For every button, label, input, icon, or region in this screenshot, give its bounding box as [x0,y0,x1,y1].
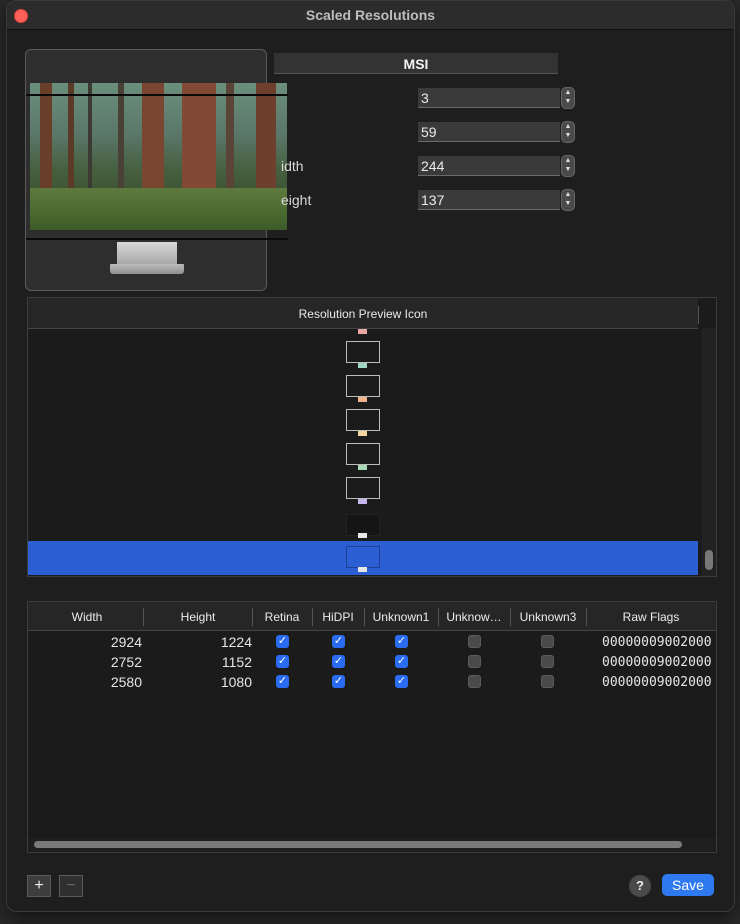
retina-checkbox[interactable]: ✓ [276,635,289,648]
table-scroll-thumb[interactable] [34,841,682,848]
icon-row[interactable] [28,372,698,406]
col-height-header[interactable]: Height [144,602,252,630]
col-unknown1-header[interactable]: Unknown1 [364,602,438,630]
icon-row[interactable] [28,406,698,440]
monitor-icon [346,375,380,397]
frame-top-line [26,94,288,96]
col-hidpi-header[interactable]: HiDPI [312,602,364,630]
icon-list-scroll-thumb[interactable] [705,550,713,570]
monitor-icon [346,546,380,568]
retina-checkbox[interactable]: ✓ [276,675,289,688]
unknown1-checkbox[interactable]: ✓ [395,635,408,648]
monitor-icon [346,443,380,465]
field-label-width: idth [281,158,304,174]
monitor-stand-icon [117,242,177,264]
unknown3-checkbox[interactable] [541,655,554,668]
resolution-preview-icon-list[interactable]: Resolution Preview Icon [27,297,717,577]
hidpi-checkbox[interactable]: ✓ [332,655,345,668]
hidpi-checkbox[interactable]: ✓ [332,675,345,688]
window-title: Scaled Resolutions [305,7,436,23]
cell-raw-flags: 00000009002000 [602,635,712,650]
resolutions-table: Width Height Retina HiDPI Unknown1 Unkno… [27,601,717,853]
retina-checkbox[interactable]: ✓ [276,655,289,668]
field-input-2[interactable]: 59 [418,122,560,142]
monitor-stand-icon [358,397,367,402]
title-bar: Scaled Resolutions [7,1,734,30]
unknown1-checkbox[interactable]: ✓ [395,675,408,688]
help-button[interactable]: ? [629,875,651,897]
monitor-stand-icon [358,499,367,504]
icon-list-scrollbar[interactable] [702,328,716,576]
field-stepper-2[interactable]: ▲ ▼ [561,121,575,143]
cell-raw-flags: 00000009002000 [602,655,712,670]
add-resolution-button[interactable]: + [27,875,51,897]
display-name-header: MSI [274,53,558,74]
cell-height: 1224 [220,634,252,650]
icon-row[interactable] [28,474,698,508]
monitor-icon [346,341,380,363]
unknown3-checkbox[interactable] [541,675,554,688]
col-retina-header[interactable]: Retina [252,602,312,630]
unknown2-checkbox[interactable] [468,655,481,668]
col-unknown3-header[interactable]: Unknown3 [510,602,586,630]
cell-height: 1080 [220,674,252,690]
cell-raw-flags: 00000009002000 [602,675,712,690]
monitor-base-icon [110,264,184,274]
width-input[interactable]: 244 [418,156,560,176]
cell-height: 1152 [221,654,252,670]
monitor-stand-icon [358,431,367,436]
icon-row[interactable] [28,440,698,474]
wallpaper-image [30,83,287,230]
unknown3-checkbox[interactable] [541,635,554,648]
hidpi-checkbox[interactable]: ✓ [332,635,345,648]
cell-width: 2580 [110,674,142,690]
icon-list-header[interactable]: Resolution Preview Icon [28,298,698,329]
monitor-icon [358,329,367,334]
field-label-height: eight [281,192,312,208]
frame-bottom-line [26,238,288,240]
monitor-stand-icon [358,533,367,538]
unknown2-checkbox[interactable] [468,675,481,688]
cell-width: 2752 [110,654,142,670]
remove-resolution-button[interactable]: − [59,875,83,897]
height-input[interactable]: 137 [418,190,560,210]
col-raw-flags-header[interactable]: Raw Flags [586,602,716,630]
cell-width: 2924 [110,634,142,650]
monitor-icon [346,477,380,499]
icon-row-selected[interactable] [28,541,698,575]
unknown1-checkbox[interactable]: ✓ [395,655,408,668]
monitor-stand-icon [358,567,367,572]
monitor-stand-icon [358,465,367,470]
table-header: Width Height Retina HiDPI Unknown1 Unkno… [28,602,716,631]
height-stepper[interactable]: ▲ ▼ [561,189,575,211]
col-unknown2-header[interactable]: Unknow… [438,602,510,630]
resolution-preview [25,49,288,291]
save-button[interactable]: Save [662,874,714,896]
field-stepper-1[interactable]: ▲ ▼ [561,87,575,109]
scaled-resolutions-window: Scaled Resolutions MSI 3 ▲ ▼ 59 ▲ ▼ idth 2… [6,0,735,912]
unknown2-checkbox[interactable] [468,635,481,648]
monitor-icon [346,409,380,431]
icon-row[interactable] [28,338,698,372]
monitor-stand-icon [358,363,367,368]
icon-row[interactable] [28,508,698,542]
field-input-1[interactable]: 3 [418,88,560,108]
col-width-header[interactable]: Width [28,602,146,630]
width-stepper[interactable]: ▲ ▼ [561,155,575,177]
